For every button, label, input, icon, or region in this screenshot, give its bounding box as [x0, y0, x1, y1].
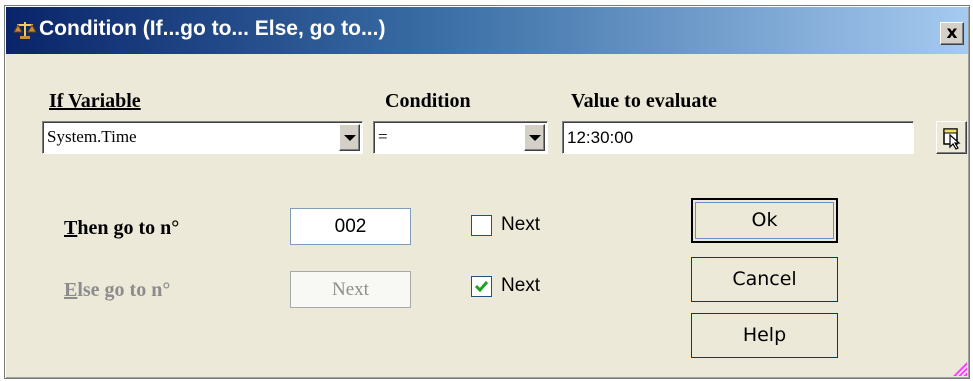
then-go-to-input[interactable]: 002	[290, 208, 411, 245]
title-bar[interactable]: Condition (If...go to... Else, go to...)…	[6, 7, 968, 54]
if-variable-value: System.Time	[47, 127, 137, 146]
window-title: Condition (If...go to... Else, go to...)	[39, 17, 386, 40]
condition-value: =	[378, 127, 388, 146]
ok-button[interactable]: Ok	[691, 198, 838, 243]
value-to-evaluate-header: Value to evaluate	[571, 90, 717, 112]
condition-select[interactable]: =	[373, 121, 548, 154]
else-next-label: Next	[501, 275, 541, 296]
chevron-down-icon[interactable]	[339, 124, 360, 151]
if-variable-header-text: If Variable	[49, 90, 141, 112]
check-mark-icon	[474, 281, 489, 293]
if-variable-header: If Variable	[49, 90, 141, 113]
close-button[interactable]: x	[940, 22, 964, 45]
then-label-rest: hen go to n°	[77, 217, 180, 239]
else-label-accel: E	[64, 279, 78, 301]
then-go-to-label: Then go to n°	[64, 217, 179, 240]
help-button[interactable]: Help	[691, 313, 838, 358]
resize-grip-icon[interactable]	[953, 362, 967, 376]
chevron-down-icon[interactable]	[524, 124, 545, 151]
pick-value-button[interactable]	[936, 121, 967, 154]
cancel-button[interactable]: Cancel	[691, 257, 838, 302]
else-label-rest: lse go to n°	[77, 279, 171, 301]
if-variable-select[interactable]: System.Time	[42, 121, 363, 154]
else-go-to-input[interactable]: Next	[290, 271, 411, 308]
condition-dialog: Condition (If...go to... Else, go to...)…	[4, 5, 970, 379]
value-to-evaluate-text: 12:30:00	[567, 128, 634, 147]
else-next-checkbox[interactable]	[471, 276, 492, 297]
scale-icon	[13, 22, 37, 39]
then-next-checkbox[interactable]	[471, 215, 492, 236]
else-go-to-label: Else go to n°	[64, 279, 170, 302]
value-to-evaluate-input[interactable]: 12:30:00	[562, 121, 914, 154]
pointer-icon	[943, 128, 961, 150]
then-label-accel: T	[64, 217, 78, 239]
condition-header: Condition	[385, 90, 471, 112]
then-next-label: Next	[501, 214, 541, 235]
